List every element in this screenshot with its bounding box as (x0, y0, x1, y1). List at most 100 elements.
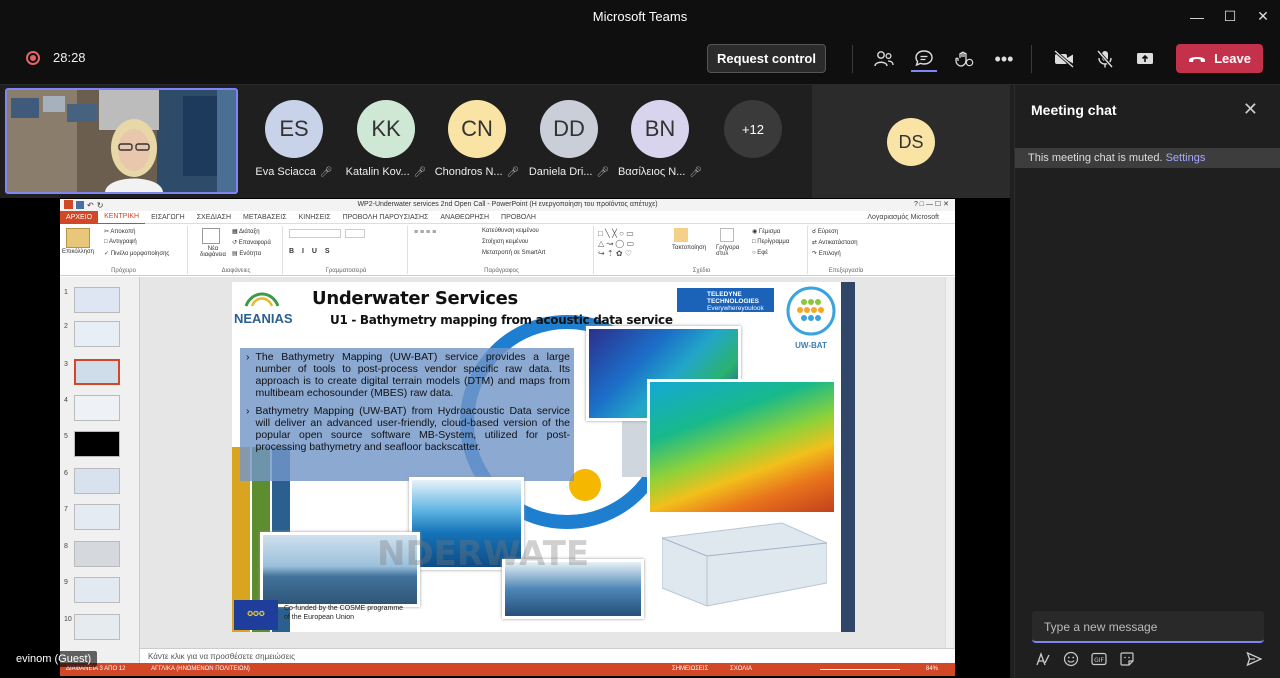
find-button[interactable]: ☌ Εύρεση (812, 228, 838, 235)
language-indicator[interactable]: ΑΓΓΛΙΚΑ (ΗΝΩΜΕΝΩΝ ΠΟΛΙΤΕΙΩΝ) (151, 666, 250, 672)
slide-thumb[interactable] (74, 614, 120, 640)
select-button[interactable]: ↷ Επιλογή (812, 250, 841, 257)
notes-toggle[interactable]: ΣΗΜΕΙΩΣΕΙΣ (672, 663, 708, 676)
ppt-tab-design[interactable]: ΣΧΕΔΙΑΣΗ (191, 211, 237, 224)
ppt-tab-transitions[interactable]: ΜΕΤΑΒΑΣΕΙΣ (237, 211, 293, 224)
presenter-label: evinom (Guest) (10, 651, 98, 667)
sticker-icon[interactable] (1119, 651, 1135, 667)
participant-tile[interactable]: BN Βασίλειος Ν... 🎤︎ (614, 100, 706, 178)
more-options-icon[interactable]: ••• (991, 46, 1017, 72)
shape-effects-button[interactable]: ○ Εφέ (752, 250, 768, 256)
settings-link[interactable]: Settings (1166, 152, 1206, 164)
camera-off-icon[interactable] (1051, 46, 1077, 72)
participant-tile[interactable]: CN Chondros N... 🎤︎ (431, 100, 523, 178)
paste-icon[interactable] (66, 228, 90, 248)
redo-icon[interactable]: ↻ (97, 200, 104, 212)
ppt-tab-animations[interactable]: ΚΙΝΗΣΕΙΣ (293, 211, 337, 224)
layout-button[interactable]: ▦ Διάταξη (232, 228, 260, 235)
reset-button[interactable]: ↺ Επαναφορά (232, 239, 271, 246)
slide-thumb[interactable] (74, 468, 120, 494)
slide-thumb[interactable] (74, 577, 120, 603)
ppt-account[interactable]: Λογαριασμός Microsoft (867, 214, 955, 221)
slide-scrollbar[interactable] (945, 277, 953, 648)
ppt-tab-review[interactable]: ΑΝΑΘΕΩΡΗΣΗ (434, 211, 495, 224)
maximize-icon[interactable]: ☐ (1213, 0, 1247, 33)
thumb-number: 8 (64, 543, 68, 550)
copy-button[interactable]: □ Αντιγραφή (104, 239, 137, 245)
uwbat-logo: UW-BAT (783, 286, 839, 352)
chat-icon[interactable] (911, 46, 937, 72)
ppt-tab-file[interactable]: ΑΡΧΕΙΟ (60, 210, 99, 224)
font-name-select[interactable] (289, 229, 341, 238)
request-control-button[interactable]: Request control (707, 44, 826, 73)
send-icon[interactable] (1246, 651, 1263, 672)
overflow-participants[interactable]: +12 (707, 100, 799, 158)
slide-thumb[interactable] (74, 287, 120, 313)
close-icon[interactable]: ✕ (1243, 99, 1258, 120)
comments-toggle[interactable]: ΣΧΟΛΙΑ (730, 663, 752, 676)
participants-icon[interactable] (871, 46, 897, 72)
ribbon-group-editing: ☌ Εύρεση ⇄ Αντικατάσταση ↷ Επιλογή Επεξε… (810, 226, 882, 274)
leave-button[interactable]: Leave (1176, 44, 1263, 73)
align-text-button[interactable]: Στοίχιση κειμένου (482, 239, 528, 245)
slide-thumb[interactable] (74, 541, 120, 567)
slide-thumb[interactable] (74, 504, 120, 530)
participant-tile[interactable]: ES Eva Sciacca 🎤︎ (248, 100, 340, 178)
ppt-tab-insert[interactable]: ΕΙΣΑΓΩΓΗ (145, 211, 191, 224)
cut-button[interactable]: ✂ Αποκοπή (104, 228, 135, 235)
new-slide-button[interactable]: Νέα διαφάνεια (196, 246, 230, 258)
self-video[interactable] (5, 88, 238, 194)
new-slide-icon[interactable] (202, 228, 220, 244)
shape-outline-button[interactable]: □ Περίγραμμα (752, 239, 789, 245)
gif-icon[interactable]: GIF (1091, 651, 1107, 667)
arrange-icon[interactable] (674, 228, 688, 242)
minimize-icon[interactable]: — (1180, 0, 1214, 33)
zoom-slider[interactable] (820, 669, 900, 670)
slide-thumb[interactable] (74, 395, 120, 421)
slide-thumb-selected[interactable] (74, 359, 120, 385)
terrain-image (647, 379, 837, 515)
mic-off-icon[interactable] (1092, 46, 1118, 72)
format-icon[interactable] (1035, 651, 1051, 667)
section-button[interactable]: ▤ Ενότητα (232, 250, 261, 257)
participant-tile[interactable]: DD Daniela Dri... 🎤︎ (523, 100, 615, 178)
smartart-button[interactable]: Μετατροπή σε SmartArt (482, 250, 545, 256)
share-screen-icon[interactable] (1132, 46, 1158, 72)
ppt-tab-view[interactable]: ΠΡΟΒΟΛΗ (495, 211, 542, 224)
quick-styles-icon[interactable] (720, 228, 734, 242)
arrange-button[interactable]: Τακτοποίηση (672, 245, 706, 251)
current-slide[interactable]: NEANIAS Underwater Services U1 - Bathyme… (232, 282, 855, 632)
slide-text-box[interactable]: › The Bathymetry Mapping (UW-BAT) service… (240, 348, 574, 481)
meeting-toolbar: 28:28 Request control ••• Leave (0, 33, 1280, 85)
format-painter-button[interactable]: ✓ Πινέλο μορφοποίησης (104, 250, 169, 257)
text-direction-button[interactable]: Κατεύθυνση κειμένου (482, 228, 539, 234)
close-window-icon[interactable]: ✕ (1246, 0, 1280, 33)
avatar: DS (887, 118, 935, 166)
ppt-window-controls[interactable]: ? □ — ☐ ✕ (914, 199, 949, 211)
undo-icon[interactable]: ↶ (87, 200, 94, 212)
phone-hangup-icon (1189, 56, 1206, 62)
emoji-icon[interactable] (1063, 651, 1079, 667)
quick-styles-button[interactable]: Γρήγορα στυλ (716, 245, 746, 257)
window-title: Microsoft Teams (592, 9, 688, 24)
participant-tile[interactable]: KK Katalin Kov... 🎤︎ (340, 100, 432, 178)
save-icon[interactable] (76, 201, 84, 209)
ppt-tab-home[interactable]: ΚΕΝΤΡΙΚΗ (98, 210, 146, 225)
slide-thumb[interactable] (74, 431, 120, 457)
font-style-buttons[interactable]: B I U S (289, 248, 333, 255)
reactions-icon[interactable] (951, 46, 977, 72)
message-input[interactable]: Type a new message (1032, 611, 1264, 643)
shape-fill-button[interactable]: ◉ Γέμισμα (752, 228, 780, 235)
paste-button[interactable]: Επικόλληση (62, 249, 94, 255)
replace-button[interactable]: ⇄ Αντικατάσταση (812, 239, 858, 246)
ppt-tab-slideshow[interactable]: ΠΡΟΒΟΛΗ ΠΑΡΟΥΣΙΑΣΗΣ (337, 211, 435, 224)
shapes-gallery[interactable]: □ ╲ ╳ ○ ▭ △ ↝ ◯ ▭ ↪ ⇡ ✿ ♡ (598, 229, 668, 259)
thumb-number: 10 (64, 616, 72, 623)
notes-pane[interactable]: Κάντε κλικ για να προσθέσετε σημειώσεις (140, 648, 955, 663)
list-buttons[interactable]: ≡ ≡ ≡ ≡ (414, 229, 436, 236)
slide-thumb[interactable] (74, 321, 120, 347)
zoom-level: 84% (926, 666, 939, 672)
chat-title: Meeting chat (1031, 102, 1117, 118)
font-size-select[interactable] (345, 229, 365, 238)
participant-tile-large[interactable]: DS (812, 85, 1010, 198)
